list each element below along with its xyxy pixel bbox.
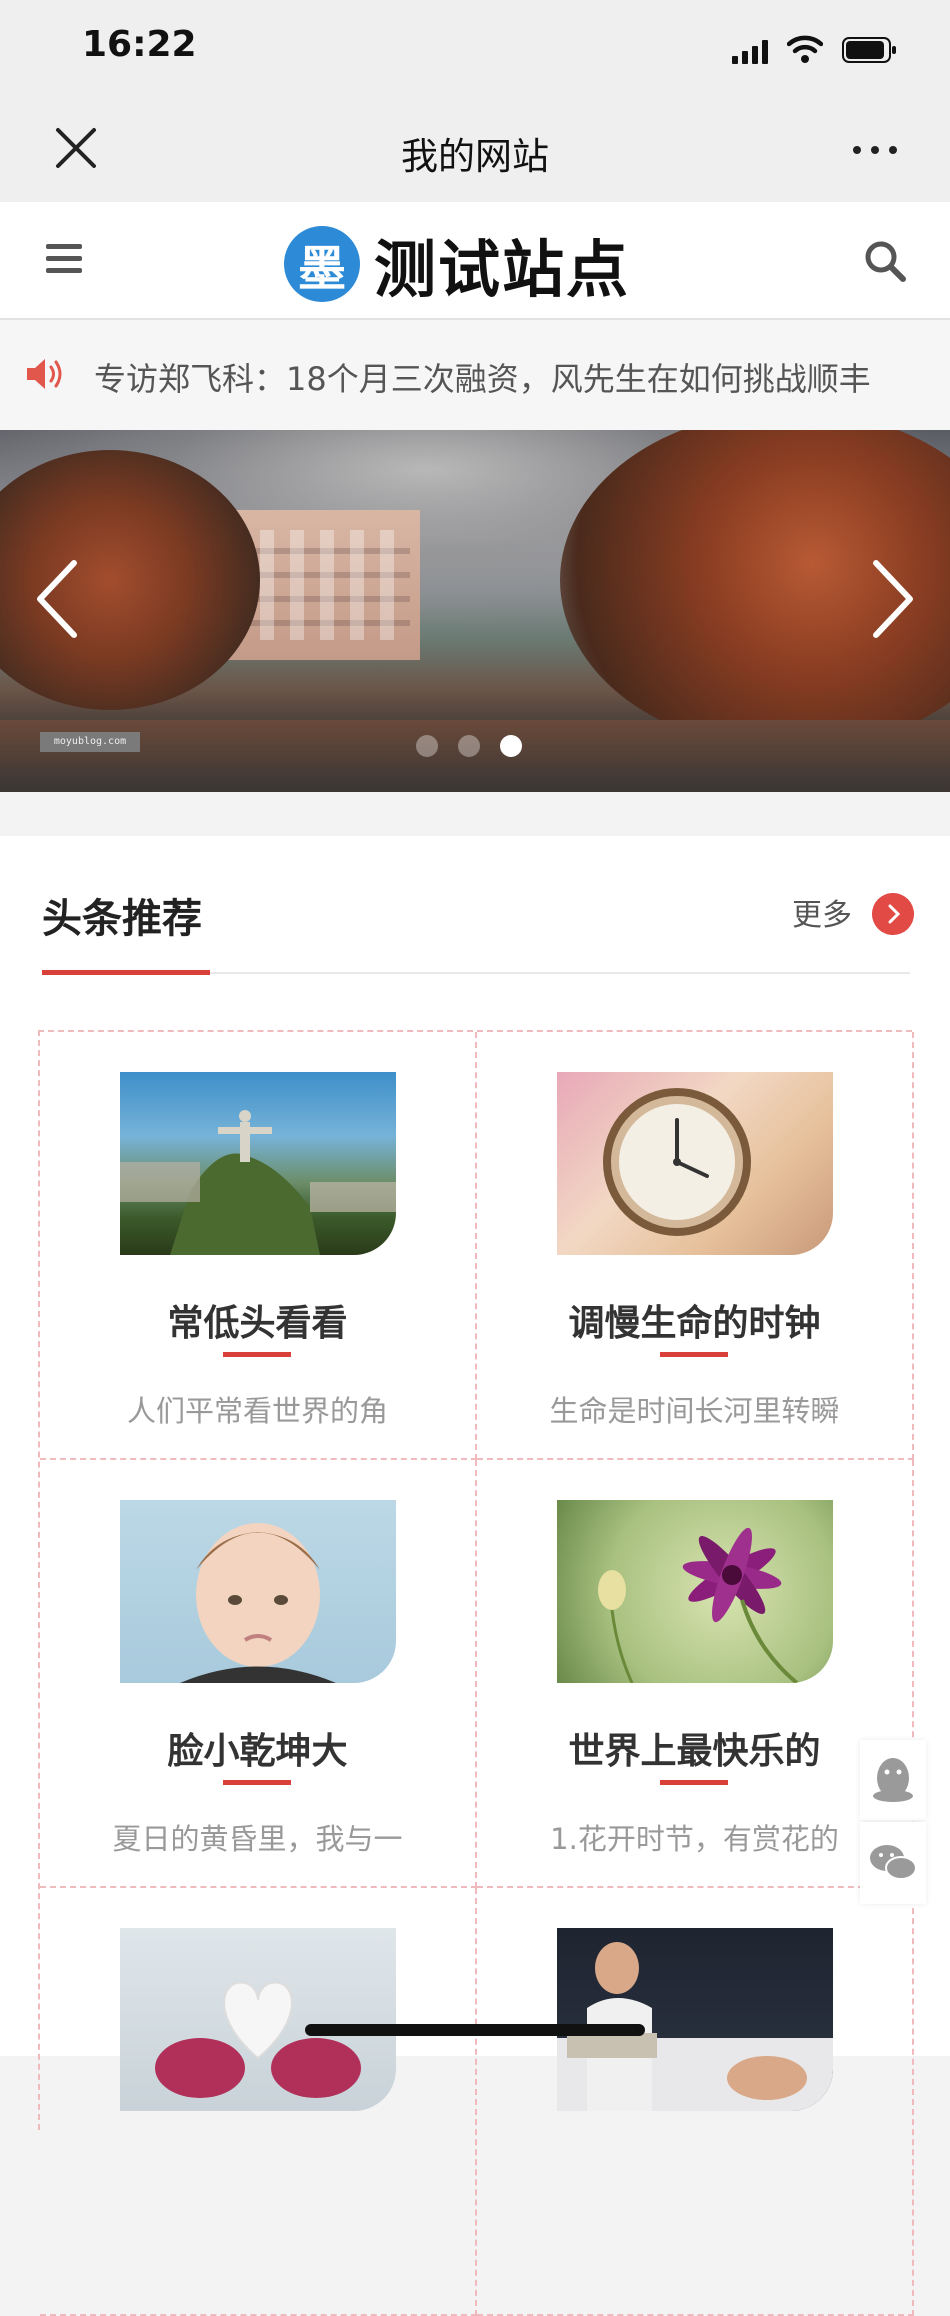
- article-title[interactable]: 调慢生命的时钟: [477, 1294, 912, 1346]
- article-grid: 常低头看看 人们平常看世界的角 调慢生命的时钟 生命是时间长河里转瞬 脸小乾坤大…: [38, 1030, 914, 2316]
- article-title[interactable]: 脸小乾坤大: [40, 1722, 475, 1774]
- title-underline: [660, 1352, 728, 1357]
- article-thumbnail[interactable]: [120, 1500, 396, 1683]
- wifi-icon: [787, 35, 823, 63]
- article-thumbnail[interactable]: [120, 1928, 396, 2111]
- status-time: 16:22: [82, 24, 197, 65]
- qq-float-button[interactable]: [860, 1740, 926, 1820]
- title-underline: [223, 1352, 291, 1357]
- article-desc: 1.花开时节，有赏花的: [550, 1822, 839, 1856]
- qq-icon: [873, 1758, 913, 1802]
- logo-text: 测试站点: [374, 233, 631, 306]
- site-header: 墨 测试站点: [0, 202, 950, 320]
- carousel-dot[interactable]: [416, 735, 438, 757]
- article-desc: 生命是时间长河里转瞬: [549, 1394, 840, 1428]
- menu-icon[interactable]: [46, 244, 82, 274]
- logo-badge: 墨: [284, 226, 360, 302]
- title-underline: [660, 1780, 728, 1785]
- banner-watermark: moyublog.com: [40, 732, 140, 752]
- cellular-signal-icon: [732, 40, 768, 64]
- article-thumbnail[interactable]: [557, 1500, 833, 1683]
- notice-bar: 专访郑飞科：18个月三次融资，风先生在如何挑战顺丰: [0, 320, 950, 430]
- chevron-left-icon[interactable]: [30, 557, 86, 641]
- article-thumbnail[interactable]: [557, 1072, 833, 1255]
- wechat-icon: [870, 1845, 917, 1880]
- battery-icon: [842, 37, 896, 63]
- article-title[interactable]: 世界上最快乐的: [477, 1722, 912, 1774]
- headline-section: 头条推荐 更多 常低头看看 人们平常看世界的角 调慢生命的时钟 生命是时间长河里…: [0, 836, 950, 2316]
- search-icon[interactable]: [864, 240, 906, 282]
- page-title: 我的网站: [401, 135, 549, 178]
- article-card[interactable]: [477, 1888, 914, 2316]
- title-underline: [223, 1780, 291, 1785]
- home-indicator[interactable]: [305, 2024, 645, 2036]
- more-link[interactable]: 更多: [792, 890, 852, 934]
- site-logo[interactable]: 墨 测试站点: [284, 226, 630, 306]
- article-card[interactable]: 调慢生命的时钟 生命是时间长河里转瞬: [477, 1032, 914, 1460]
- article-thumbnail[interactable]: [120, 1072, 396, 1255]
- carousel-dots: [416, 735, 522, 757]
- carousel-dot[interactable]: [458, 735, 480, 757]
- article-desc: 人们平常看世界的角: [126, 1394, 388, 1428]
- banner-carousel[interactable]: moyublog.com: [0, 430, 950, 792]
- more-dots-icon[interactable]: [852, 140, 898, 160]
- article-card[interactable]: [40, 1888, 477, 2316]
- article-title[interactable]: 常低头看看: [40, 1294, 475, 1346]
- article-card[interactable]: 常低头看看 人们平常看世界的角: [40, 1032, 477, 1460]
- section-title: 头条推荐: [42, 896, 202, 942]
- speaker-icon: [27, 359, 62, 389]
- article-desc: 夏日的黄昏里，我与一: [112, 1822, 403, 1856]
- section-divider: [42, 970, 910, 975]
- chevron-right-icon[interactable]: [864, 557, 920, 641]
- wechat-float-button[interactable]: [860, 1822, 926, 1904]
- article-thumbnail[interactable]: [557, 1928, 833, 2111]
- notice-text[interactable]: 专访郑飞科：18个月三次融资，风先生在如何挑战顺丰: [94, 354, 871, 400]
- article-card[interactable]: 脸小乾坤大 夏日的黄昏里，我与一: [40, 1460, 477, 1888]
- chevron-right-circle-icon[interactable]: [872, 893, 914, 935]
- article-card[interactable]: 世界上最快乐的 1.花开时节，有赏花的: [477, 1460, 914, 1888]
- carousel-dot-active[interactable]: [500, 735, 522, 757]
- title-bar: 我的网站: [0, 100, 950, 202]
- status-bar: 16:22: [0, 0, 950, 100]
